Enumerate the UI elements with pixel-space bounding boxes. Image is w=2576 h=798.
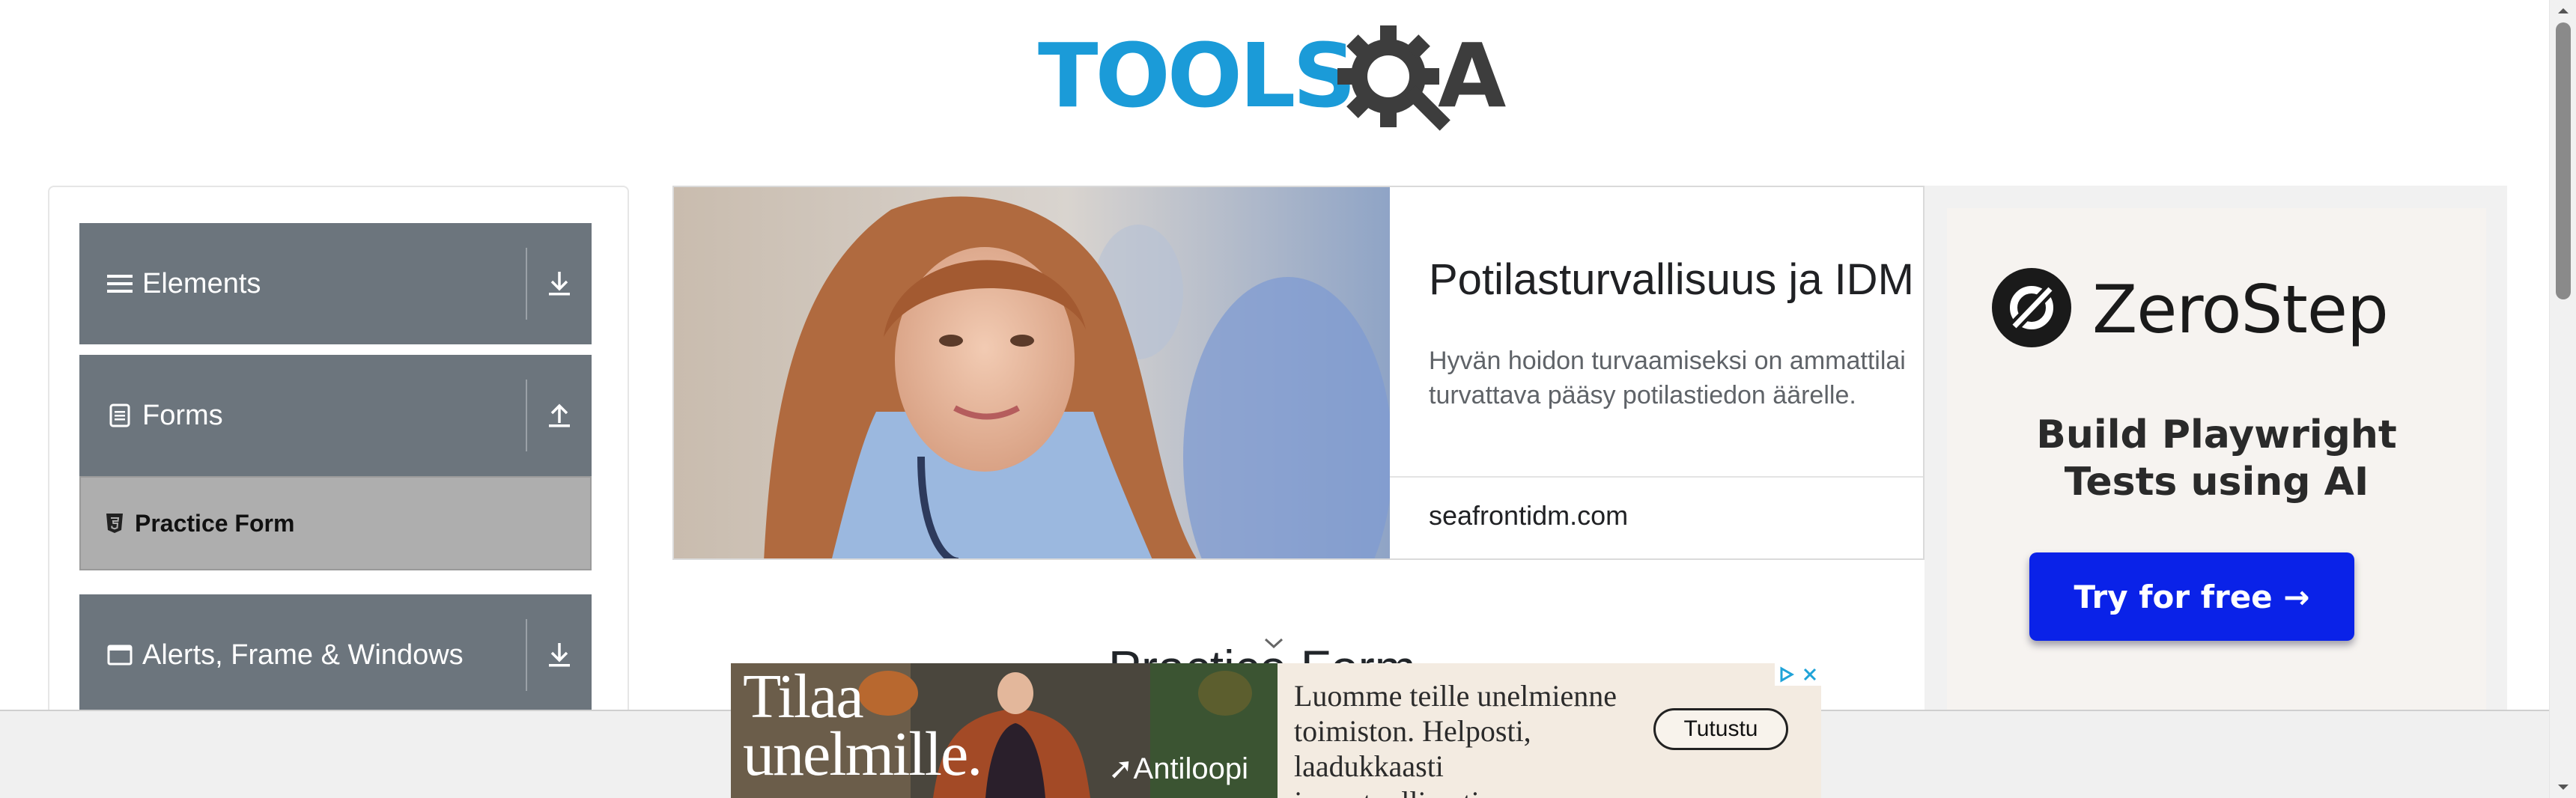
hamburger-icon: [105, 269, 135, 299]
copy-line: Luomme teille unelmienne: [1294, 679, 1617, 713]
sidebar-group-forms[interactable]: Forms: [79, 355, 592, 476]
bottom-ad-copy: Luomme teille unelmienne toimiston. Help…: [1294, 678, 1646, 798]
logo-text-tools: TOOLS: [1038, 24, 1353, 127]
logo-text-qa: A: [1438, 24, 1506, 127]
close-icon[interactable]: [1798, 663, 1821, 686]
adchoices[interactable]: [1775, 663, 1821, 686]
tagline-line: Tests using AI: [2064, 460, 2369, 505]
tutustu-button[interactable]: Tutustu: [1653, 708, 1788, 750]
scrollbar-thumb[interactable]: [2556, 22, 2571, 299]
banner-title[interactable]: Potilasturvallisuus ja IDM: [1429, 255, 1914, 305]
bottom-ad-brand: ➚Antiloopi: [1108, 752, 1248, 786]
zerostep-brand-name: ZeroStep: [2092, 271, 2389, 348]
document-icon: [105, 400, 135, 430]
bottom-ad-photo: Tilaa unelmille. ➚Antiloopi: [731, 663, 1278, 798]
banner-description: Hyvän hoidon turvaamiseksi on ammattilai…: [1429, 344, 1923, 413]
tagline-line: Build Playwright: [2036, 412, 2397, 457]
bottom-ad[interactable]: Tilaa unelmille. ➚Antiloopi Luomme teill…: [731, 663, 1821, 798]
gear-icon: [1337, 25, 1450, 131]
html5-icon: [103, 510, 126, 537]
bottom-ad-headline: Tilaa unelmille.: [743, 663, 982, 790]
zerostep-brand: ZeroStep: [1992, 268, 2389, 351]
sidebar-group-label: Forms: [142, 399, 223, 431]
sidebar-item-label: Practice Form: [135, 509, 295, 537]
zerostep-ad[interactable]: ZeroStep Build Playwright Tests using AI…: [1925, 186, 2507, 710]
adchoices-icon[interactable]: [1775, 663, 1798, 686]
play-arrow-icon: ➚: [1108, 752, 1134, 785]
banner-description-line: Hyvän hoidon turvaamiseksi on ammattilai: [1429, 347, 1906, 375]
sidebar-item-practice-form[interactable]: Practice Form: [79, 476, 592, 570]
banner-ad[interactable]: Potilasturvallisuus ja IDM Hyvän hoidon …: [672, 186, 1925, 560]
collapse-ad-chevron-icon[interactable]: [1263, 636, 1285, 651]
upload-arrow-icon[interactable]: [527, 355, 592, 476]
banner-domain[interactable]: seafrontidm.com: [1429, 500, 1628, 532]
zerostep-logo-icon: [1992, 268, 2071, 351]
sidebar-group-label: Elements: [142, 267, 261, 299]
toolsqa-logo[interactable]: TOOLS A: [1038, 22, 1522, 135]
sidebar-group-elements[interactable]: Elements: [79, 223, 592, 344]
banner-description-line: turvattava pääsy potilastiedon äärelle.: [1429, 380, 1856, 409]
headline-line: unelmille.: [743, 719, 982, 790]
try-for-free-button[interactable]: Try for free →: [2029, 552, 2354, 641]
window-icon: [105, 640, 135, 670]
headline-line: Tilaa: [743, 663, 864, 731]
copy-line: toimiston. Helposti, laadukkaasti: [1294, 714, 1531, 784]
download-arrow-icon[interactable]: [527, 594, 592, 716]
banner-footer: seafrontidm.com: [1390, 476, 1923, 558]
vertical-scrollbar[interactable]: [2549, 0, 2576, 798]
scroll-up-arrow-icon[interactable]: [2550, 0, 2576, 21]
nurse-photo: [674, 187, 1390, 558]
zerostep-tagline: Build Playwright Tests using AI: [1947, 412, 2486, 507]
banner-text: Potilasturvallisuus ja IDM Hyvän hoidon …: [1390, 187, 1923, 476]
sidebar-group-label: Alerts, Frame & Windows: [142, 639, 464, 671]
bottom-ad-brand-name: Antiloopi: [1133, 752, 1248, 785]
copy-line: ja vastuullisesti.: [1294, 785, 1646, 798]
scroll-down-arrow-icon[interactable]: [2550, 777, 2576, 798]
sidebar-group-alerts[interactable]: Alerts, Frame & Windows: [79, 594, 592, 716]
download-arrow-icon[interactable]: [527, 223, 592, 344]
toolsqa-logo-graphic: TOOLS A: [1038, 24, 1506, 131]
zerostep-ad-card: ZeroStep Build Playwright Tests using AI…: [1947, 208, 2486, 710]
